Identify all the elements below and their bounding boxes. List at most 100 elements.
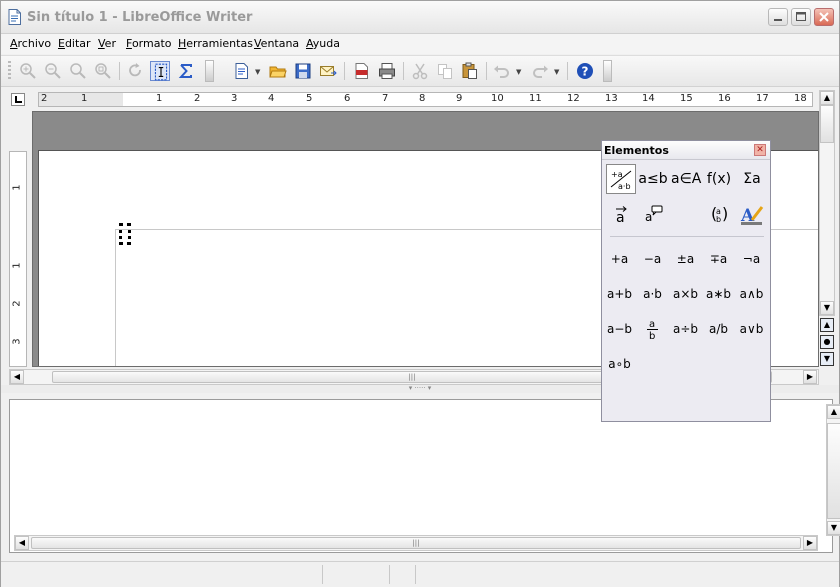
export-pdf-button[interactable] [352,61,372,81]
scroll-thumb[interactable] [827,423,840,519]
set-operations-category[interactable]: a∈A [671,164,701,194]
zoom-out-icon [45,63,61,79]
next-page-button[interactable]: ▼ [820,352,834,366]
menu-editar[interactable]: Editar [58,37,91,50]
format-attributes-category[interactable]: A [737,200,767,230]
close-window-button[interactable] [814,8,834,26]
redo-icon [533,65,548,78]
ruler-tick: 6 [344,93,351,104]
formula-placeholder[interactable] [119,223,131,245]
tab-stop-selector[interactable] [11,93,25,106]
others-category[interactable]: a [638,200,668,230]
multiplication-element[interactable]: a×b [669,282,702,306]
horizontal-ruler[interactable]: 2 1 1 2 3 4 5 6 7 8 9 10 11 12 13 14 15 … [38,92,813,107]
ruler-tick: 8 [419,93,426,104]
command-horizontal-scrollbar[interactable]: ◀ ||| ▶ [14,535,818,551]
functions-category[interactable]: f(x) [704,164,734,194]
scroll-thumb[interactable]: ||| [31,537,801,549]
maximize-button[interactable] [791,8,811,26]
undo-button[interactable] [492,61,512,81]
minus-a-element[interactable]: −a [636,247,669,271]
minimize-icon [774,19,782,21]
redo-dropdown-icon[interactable]: ▼ [554,68,559,76]
boolean-or-element[interactable]: a∨b [735,317,768,341]
elements-panel: Elementos ✕ +a a·b a≤b a∈A f(x) Σa a a (… [601,140,771,422]
save-button[interactable] [293,61,313,81]
formats-category[interactable]: ( a b ) [704,200,734,230]
scroll-up-button[interactable]: ▲ [820,91,834,105]
asterisk-product-element[interactable]: a∗b [702,282,735,306]
undo-dropdown-icon[interactable]: ▼ [516,68,521,76]
scroll-down-button[interactable]: ▼ [820,301,834,315]
scroll-right-button[interactable]: ▶ [803,536,817,550]
redo-button[interactable] [530,61,550,81]
scroll-left-button[interactable]: ◀ [15,536,29,550]
help-button[interactable]: ? [575,61,595,81]
document-vertical-scrollbar[interactable]: ▲ ▼ [819,90,835,316]
copy-button[interactable] [435,61,455,81]
operators-category[interactable]: Σa [737,164,767,194]
command-vertical-scrollbar[interactable]: ▲ ▼ [826,404,840,536]
zoom-100-button[interactable] [68,61,88,81]
scroll-up-button[interactable]: ▲ [827,405,840,419]
dot-product-element[interactable]: a·b [636,282,669,306]
email-button[interactable] [318,61,338,81]
toolbar-overflow-button[interactable] [205,60,214,82]
zoom-100-icon [70,63,86,79]
status-separator [415,565,416,584]
new-document-button[interactable] [232,61,252,81]
boolean-and-element[interactable]: a∧b [735,282,768,306]
plus-minus-a-element[interactable]: ±a [669,247,702,271]
addition-element[interactable]: a+b [603,282,636,306]
formula-command-input[interactable]: ▲ ▼ ◀ ||| ▶ [9,399,840,553]
relations-category[interactable]: a≤b [638,164,668,194]
previous-page-button[interactable]: ▲ [820,318,834,332]
division-element[interactable]: a÷b [669,317,702,341]
toolbar-overflow-button[interactable] [603,60,612,82]
zoom-out-button[interactable] [43,61,63,81]
menu-ayuda[interactable]: Ayuda [306,37,340,50]
minimize-button[interactable] [768,8,788,26]
subtraction-element[interactable]: a−b [603,317,636,341]
unary-binary-operators-category[interactable]: +a a·b [606,164,636,194]
menu-herramientas[interactable]: Herramientas [178,37,253,50]
elements-panel-title: Elementos [604,144,669,157]
elements-panel-titlebar[interactable]: Elementos ✕ [602,141,770,160]
minus-plus-a-element[interactable]: ∓a [702,247,735,271]
menu-ventana[interactable]: Ventana [254,37,299,50]
zoom-in-button[interactable] [18,61,38,81]
svg-text:): ) [722,204,728,223]
scroll-down-button[interactable]: ▼ [827,521,840,535]
close-elements-panel-button[interactable]: ✕ [754,144,766,156]
open-button[interactable] [268,61,288,81]
menu-ver[interactable]: Ver [98,37,116,50]
scroll-right-button[interactable]: ▶ [803,370,817,384]
update-button[interactable] [125,61,145,81]
vector-attribute-icon: a [616,206,627,226]
formula-cursor-button[interactable] [150,61,170,81]
not-a-element[interactable]: ¬a [735,247,768,271]
menu-archivo[interactable]: Archivo [10,37,51,50]
email-icon [320,66,337,76]
toolbar-grip[interactable] [8,61,11,81]
slash-division-element[interactable]: a/b [702,317,735,341]
menu-formato[interactable]: Formato [126,37,172,50]
print-button[interactable] [377,61,397,81]
attributes-category[interactable]: a [606,200,636,230]
plus-a-element[interactable]: +a [603,247,636,271]
brackets-category[interactable] [671,200,701,230]
show-all-button[interactable] [93,61,113,81]
svg-text:+a: +a [611,170,623,179]
fraction-element[interactable]: a b [636,317,669,342]
vertical-ruler[interactable]: 1 1 2 3 [9,151,27,367]
zoom-in-icon [20,63,36,79]
navigation-button[interactable]: ● [820,335,834,349]
new-dropdown-icon[interactable]: ▼ [255,68,260,76]
close-icon [819,12,829,22]
paste-button[interactable] [460,61,480,81]
symbols-button[interactable] [176,61,196,81]
scroll-left-button[interactable]: ◀ [10,370,24,384]
cut-button[interactable] [410,61,430,81]
scroll-thumb[interactable] [820,105,834,143]
concatenation-element[interactable]: a∘b [603,352,636,376]
